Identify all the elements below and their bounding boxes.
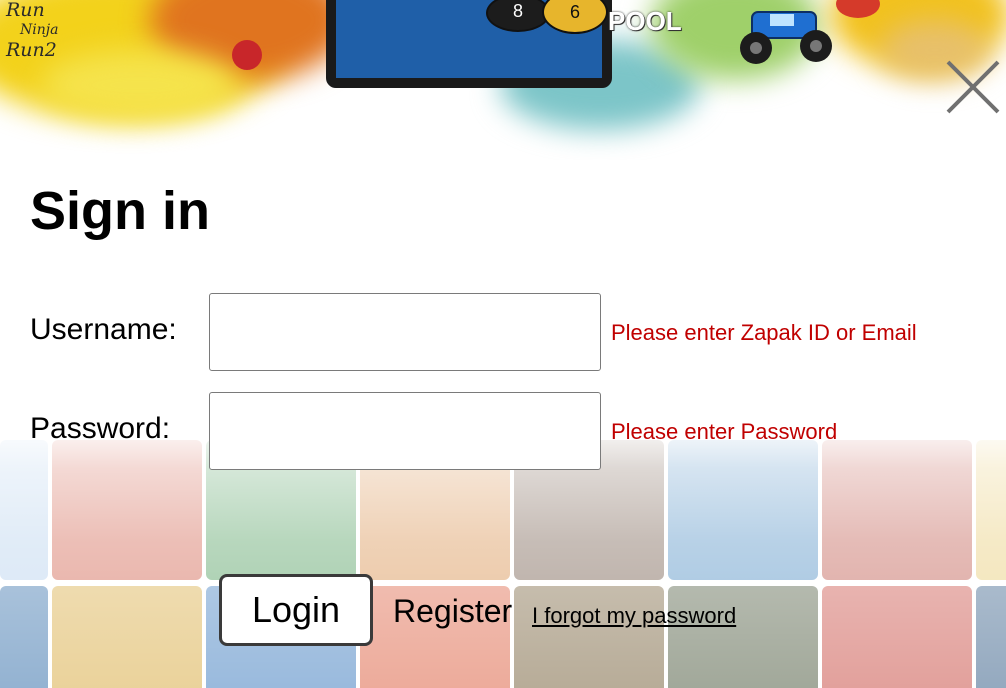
password-error: Please enter Password (611, 419, 838, 444)
page-title: Sign in (30, 181, 210, 241)
forgot-password-link[interactable]: I forgot my password (532, 603, 736, 629)
pool-game-logo: POOL (608, 6, 682, 36)
register-link[interactable]: Register (393, 593, 512, 630)
monster-truck-icon (740, 11, 832, 64)
close-icon (946, 60, 1000, 114)
game-art-banner: Run Ninja Run2 8 6 POOL (0, 0, 1006, 160)
password-label: Password: (30, 412, 171, 445)
login-button[interactable]: Login (219, 574, 373, 646)
cricket-ball-icon (232, 40, 262, 70)
username-input[interactable] (209, 293, 601, 371)
pool-table-art: 8 6 (326, 0, 612, 88)
username-label: Username: (30, 313, 177, 346)
run-ninja-run-logo: Run Ninja Run2 (6, 0, 59, 61)
password-input[interactable] (209, 392, 601, 470)
username-error: Please enter Zapak ID or Email (611, 320, 917, 345)
close-button[interactable] (944, 58, 1002, 116)
